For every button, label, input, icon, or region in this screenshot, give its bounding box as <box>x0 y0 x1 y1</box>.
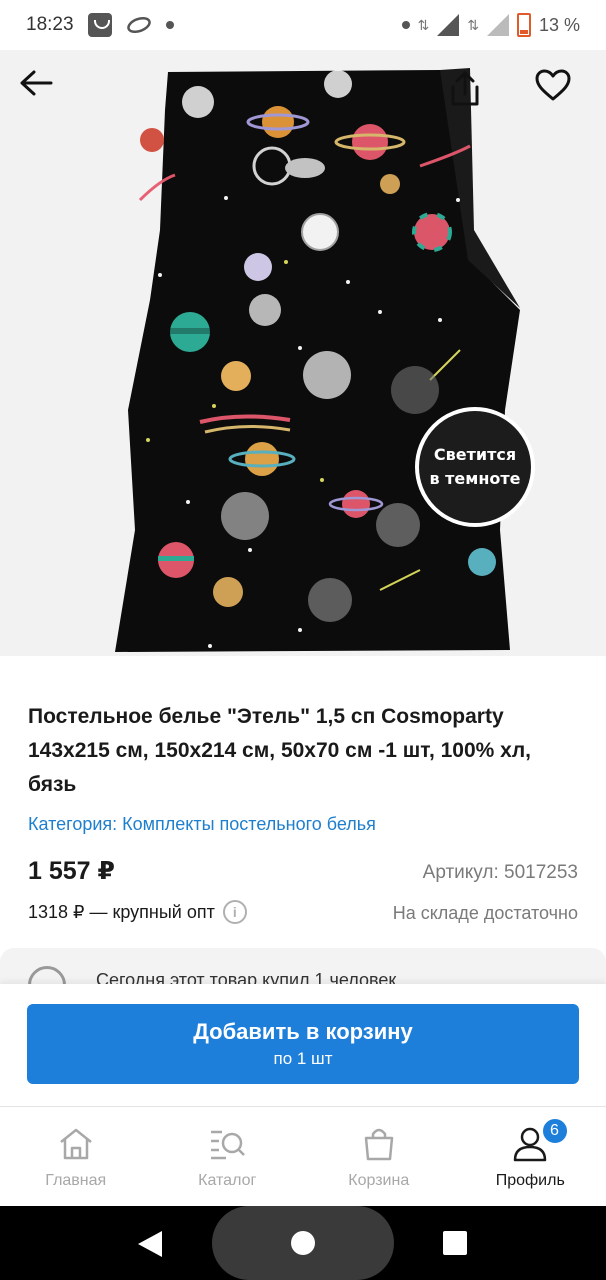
bag-icon <box>359 1124 399 1164</box>
purchase-info-strip: Сегодня этот товар купил 1 человек <box>0 948 606 988</box>
profile-badge: 6 <box>540 1117 569 1145</box>
signal-empty-icon <box>486 14 509 36</box>
nav-profile-label: Профиль <box>495 1171 565 1189</box>
battery-icon <box>516 13 531 37</box>
system-back-icon[interactable] <box>138 1231 162 1257</box>
catalog-search-icon <box>207 1124 247 1164</box>
wholesale-price: 1318 ₽ — крупный опт i <box>28 900 247 924</box>
stock-status: На складе достаточно <box>392 903 578 923</box>
product-title: Постельное белье "Этель" 1,5 сп Cosmopar… <box>28 705 532 796</box>
add-to-cart-button[interactable]: Добавить в корзину по 1 шт <box>27 1004 579 1084</box>
arrow-left-icon <box>20 70 53 96</box>
notification-dot-icon <box>165 21 174 29</box>
share-button[interactable] <box>448 70 504 126</box>
status-dot-icon <box>401 21 410 29</box>
glow-badge-line2: в темноте <box>429 469 520 488</box>
data-arrows-2-icon: ⇅ <box>467 17 479 33</box>
category-link[interactable]: Категория: Комплекты постельного белья <box>28 814 376 835</box>
notification-app-icon <box>87 13 112 37</box>
status-bar: 18:23 ⇅ ⇅ 13 % <box>0 0 606 50</box>
favorite-button[interactable] <box>534 68 590 124</box>
system-recents-icon[interactable] <box>443 1231 467 1255</box>
product-sku: Артикул: 5017253 <box>422 862 578 883</box>
status-time: 18:23 <box>26 14 74 35</box>
product-price: 1 557 ₽ <box>28 857 115 885</box>
nav-catalog-label: Каталог <box>198 1171 257 1189</box>
wholesale-price-text: 1318 ₽ — крупный опт <box>28 901 215 922</box>
signal-icon <box>437 14 460 36</box>
nav-home-label: Главная <box>45 1171 107 1189</box>
add-to-cart-label: Добавить в корзину <box>193 1019 413 1044</box>
nav-cart-label: Корзина <box>348 1171 410 1189</box>
bedding-illustration: Светится в темноте <box>115 68 535 652</box>
info-icon[interactable]: i <box>222 900 247 924</box>
back-button[interactable] <box>18 68 74 124</box>
nav-home[interactable]: Главная <box>0 1107 152 1206</box>
nav-catalog[interactable]: Каталог <box>152 1107 304 1206</box>
heart-icon <box>535 69 571 101</box>
nav-profile[interactable]: Профиль 6 <box>455 1107 606 1206</box>
add-to-cart-panel: Добавить в корзину по 1 шт <box>0 984 606 1106</box>
product-image[interactable]: Светится в темноте <box>0 50 606 656</box>
data-arrows-icon: ⇅ <box>417 17 430 33</box>
bottom-navigation: Главная Каталог Корзина Профиль 6 <box>0 1106 606 1206</box>
system-home-icon[interactable] <box>291 1231 315 1255</box>
nav-cart[interactable]: Корзина <box>303 1107 455 1206</box>
glow-badge-line1: Светится <box>434 445 516 464</box>
cloud-sync-icon <box>126 16 151 34</box>
share-icon <box>451 71 479 106</box>
home-icon <box>56 1124 96 1164</box>
battery-percent: 13 % <box>538 14 580 35</box>
product-page: 18:23 ⇅ ⇅ 13 % Светится в темноте Постел… <box>0 0 606 1280</box>
add-to-cart-quantity: по 1 шт <box>273 1049 333 1068</box>
system-navigation-bar <box>0 1206 606 1280</box>
